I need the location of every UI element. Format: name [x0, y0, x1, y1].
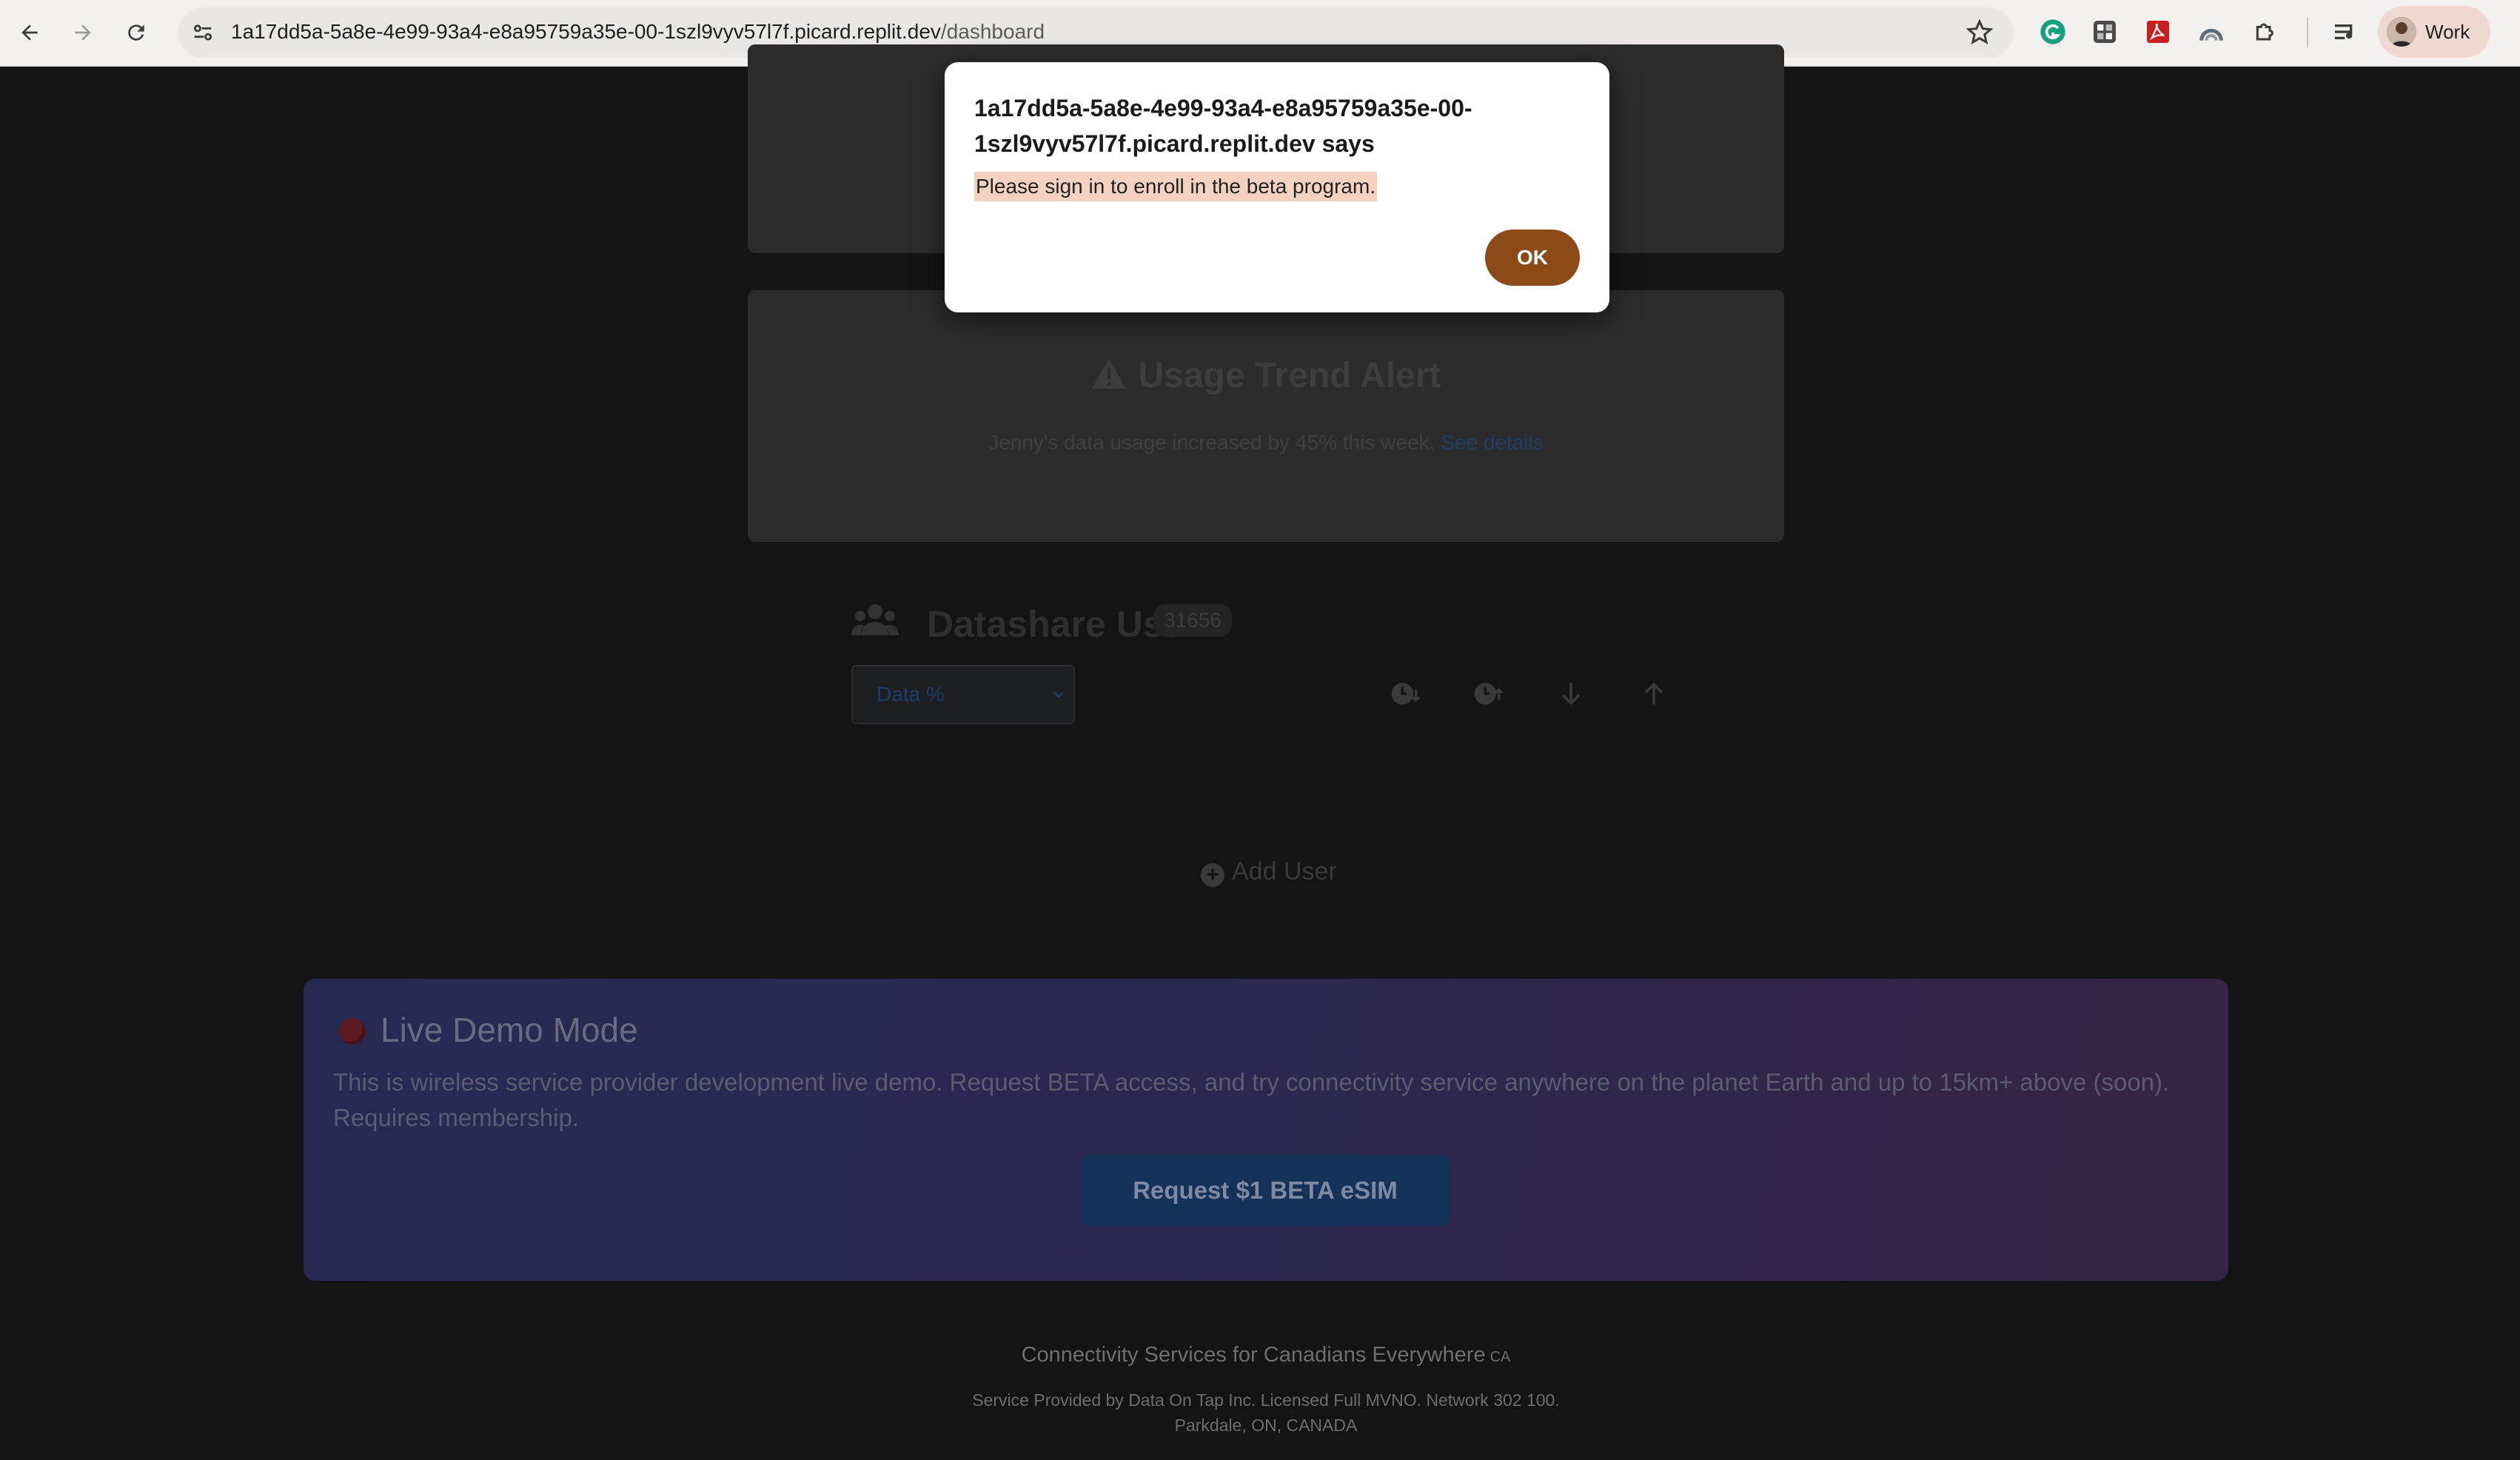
sort-desc-button[interactable]: [1550, 674, 1592, 714]
alert-title: Usage Trend Alert: [1138, 356, 1441, 395]
country-code: CA: [1489, 1349, 1511, 1365]
live-demo-banner: Live Demo Mode This is wireless service …: [304, 979, 2228, 1281]
footer-line-2: Parkdale, ON, CANADA: [1174, 1416, 1358, 1435]
back-button[interactable]: [13, 16, 46, 49]
sort-select[interactable]: Data %: [851, 665, 1075, 724]
demo-heading: Live Demo Mode: [339, 1010, 638, 1050]
reload-icon: [128, 24, 144, 41]
see-details-link[interactable]: See details: [1441, 431, 1544, 454]
arrow-right-icon: [75, 24, 91, 41]
usage-alert-card: Usage Trend Alert Jenny's data usage inc…: [748, 290, 1784, 542]
plus-circle-icon: +: [1201, 863, 1224, 887]
toolbar-separator: [2307, 18, 2308, 47]
request-esim-button[interactable]: Request $1 BETA eSIM: [1081, 1155, 1450, 1226]
profile-label: Work: [2425, 21, 2470, 43]
ext-grid-icon[interactable]: [2088, 15, 2122, 49]
media-queue-icon[interactable]: [2329, 15, 2363, 49]
demo-title: Live Demo Mode: [381, 1011, 638, 1049]
profile-button[interactable]: Work: [2378, 6, 2490, 58]
tagline-text: Connectivity Services for Canadians Ever…: [1021, 1343, 1486, 1367]
avatar: [2387, 17, 2416, 47]
grammarly-icon[interactable]: [2036, 15, 2070, 49]
add-user-label: Add User: [1232, 857, 1337, 885]
clock-up-icon: [1474, 683, 1504, 705]
add-user-button[interactable]: + Add User: [1201, 857, 1337, 887]
user-count-badge: 31656: [1153, 604, 1232, 637]
users-icon: [851, 604, 899, 635]
ok-button[interactable]: OK: [1485, 230, 1580, 286]
sort-time-asc-button[interactable]: [1467, 674, 1509, 714]
arc-icon[interactable]: [2194, 15, 2228, 49]
url-path: /dashboard: [940, 20, 1045, 43]
demo-description: This is wireless service provider develo…: [333, 1068, 2170, 1131]
alert-message: Jenny's data usage increased by 45% this…: [748, 431, 1784, 455]
url-text[interactable]: 1a17dd5a-5a8e-4e99-93a4-e8a95759a35e-00-…: [231, 20, 1045, 44]
chevron-down-icon: [1053, 692, 1064, 698]
puzzle-icon[interactable]: [2249, 15, 2283, 49]
alert-heading: Usage Trend Alert: [748, 355, 1784, 396]
reload-button[interactable]: [120, 16, 153, 49]
dialog-title: 1a17dd5a-5a8e-4e99-93a4-e8a95759a35e-00-…: [974, 95, 1472, 157]
alert-dialog: 1a17dd5a-5a8e-4e99-93a4-e8a95759a35e-00-…: [945, 62, 1609, 312]
arrow-down-icon: [1561, 683, 1581, 706]
footer-tagline: Connectivity Services for Canadians Ever…: [0, 1343, 2520, 1367]
pdf-icon[interactable]: [2141, 15, 2175, 49]
forward-button[interactable]: [67, 16, 99, 49]
red-circle-icon: [339, 1018, 366, 1045]
sort-time-desc-button[interactable]: [1384, 674, 1426, 714]
warning-icon: [1092, 359, 1127, 389]
footer-legal: Service Provided by Data On Tap Inc. Lic…: [0, 1387, 2520, 1438]
alert-text: Jenny's data usage increased by 45% this…: [988, 431, 1435, 454]
footer-line-1: Service Provided by Data On Tap Inc. Lic…: [972, 1390, 1560, 1410]
clock-down-icon: [1391, 683, 1421, 705]
sort-select-value: Data %: [877, 683, 945, 706]
site-settings-icon[interactable]: [187, 16, 219, 49]
bookmark-star-icon[interactable]: [1965, 18, 1994, 47]
dialog-message: Please sign in to enroll in the beta pro…: [974, 172, 1378, 201]
url-host: 1a17dd5a-5a8e-4e99-93a4-e8a95759a35e-00-…: [231, 20, 941, 43]
arrow-up-icon: [1644, 682, 1663, 705]
arrow-left-icon: [21, 24, 38, 41]
sort-asc-button[interactable]: [1633, 674, 1675, 714]
